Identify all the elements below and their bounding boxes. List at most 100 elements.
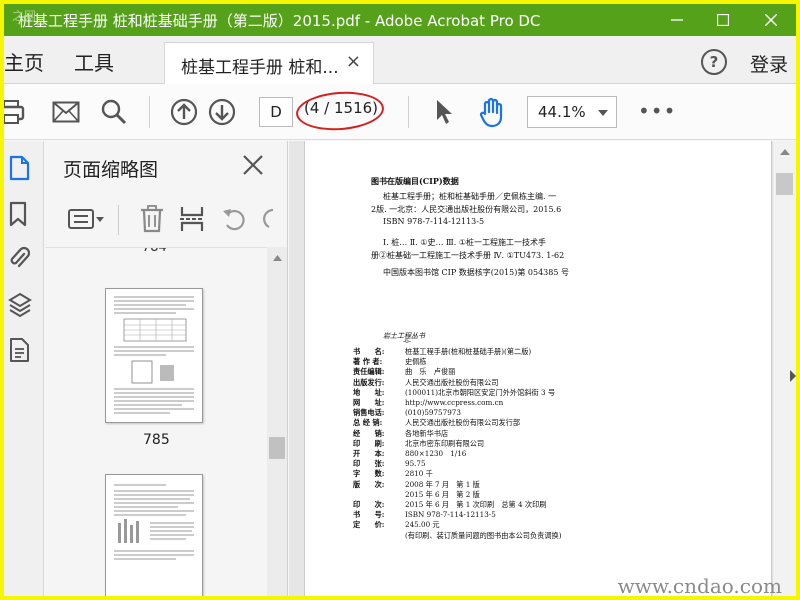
cip-line: 中国版本图书馆 CIP 数据核字(2015)第 054385 号 xyxy=(383,268,569,277)
login-button[interactable]: 登录 xyxy=(750,50,788,77)
site-logo: 之网 xyxy=(12,9,37,23)
publication-row-value: 2015 年 6 月 第 2 版 xyxy=(405,489,480,499)
rotate-right-icon[interactable] xyxy=(259,205,273,237)
nav-tools[interactable]: 工具 xyxy=(74,47,114,76)
document-tab-label: 桩基工程手册 桩和... xyxy=(181,58,339,78)
select-cursor-icon[interactable] xyxy=(428,96,460,128)
thumbnail-options-icon[interactable] xyxy=(67,207,105,235)
publication-row-key: 总 经 销: xyxy=(353,418,383,428)
page-number-input[interactable]: D xyxy=(259,97,293,127)
publication-row: 定 价: 245.00 元 xyxy=(353,520,440,530)
cip-line: 册②桩基础一工程施工一技术手册 Ⅳ. ①TU473. 1-62 xyxy=(371,251,565,260)
scroll-up-icon xyxy=(273,255,282,261)
publication-row-value: (010)59757973 xyxy=(405,408,461,418)
publication-row-value: 2008 年 7 月 第 1 版 xyxy=(405,479,480,489)
thumbnail-toolbar xyxy=(45,197,288,247)
publication-row: 印 刷: 北京市密东印刷有限公司 xyxy=(353,439,484,449)
cip-title: 图书在版编目(CIP)数据 xyxy=(371,176,459,186)
publication-row: (有印刷、装订质量问题的图书由本公司负责调换) xyxy=(353,531,562,541)
publication-row: 书 号: ISBN 978-7-114-12113-5 xyxy=(353,510,496,520)
document-tab[interactable]: 桩基工程手册 桩和... × xyxy=(164,42,374,84)
publication-row: 著 作 者: 史佩栋 xyxy=(353,357,427,367)
nav-home[interactable]: 主页 xyxy=(4,47,44,76)
bookmark-icon[interactable] xyxy=(8,201,32,229)
zoom-value: 44.1% xyxy=(538,103,586,121)
publication-row-value: ISBN 978-7-114-12113-5 xyxy=(405,510,496,520)
publication-row-value: 95.75 xyxy=(405,459,426,469)
publication-row: 2015 年 6 月 第 2 版 xyxy=(353,490,480,500)
cip-line: Ⅰ. 桩… Ⅱ. ①史… Ⅲ. ①桩一工程施工一技术手 xyxy=(383,238,546,247)
publication-row-value: 史佩栋 xyxy=(405,357,427,367)
previous-page-icon[interactable] xyxy=(168,96,200,128)
title-bar: 之网 桩基工程手册 桩和桩基础手册（第二版）2015.pdf - Adobe A… xyxy=(4,4,796,36)
cip-line: ISBN 978-7-114-12113-5 xyxy=(383,217,485,226)
rotate-left-icon[interactable] xyxy=(221,205,247,237)
publication-row-key: 定 价: xyxy=(353,520,385,530)
publication-row-key: 书 名: xyxy=(353,347,385,356)
hand-tool-icon[interactable] xyxy=(476,96,508,128)
page-thumbnail[interactable] xyxy=(105,288,203,423)
publication-row-key: 印 张: xyxy=(353,459,385,469)
publication-row-key: 经 销: xyxy=(353,428,385,438)
publication-row-key: 地 址: xyxy=(353,387,385,397)
publication-row-key: 字 数: xyxy=(353,469,385,479)
content-icon[interactable] xyxy=(8,337,32,365)
publication-row-key: 印 刷: xyxy=(353,438,385,448)
annotation-ellipse xyxy=(294,88,386,134)
watermark: www.cndao.com xyxy=(617,574,782,598)
publication-row: 版 次: 2008 年 7 月 第 1 版 xyxy=(353,480,480,490)
thumbnail-page-label: 785 xyxy=(143,432,170,448)
collapse-right-icon[interactable] xyxy=(790,370,796,382)
main-toolbar: D (4 / 1516) 44.1% ••• xyxy=(4,84,796,140)
publication-row: 出版发行: 人民交通出版社股份有限公司 xyxy=(353,378,498,388)
thumbnail-page-label: 784 xyxy=(142,247,167,255)
page-thumbnails-icon[interactable] xyxy=(8,155,32,183)
publication-row-key: 责任编辑: xyxy=(353,367,385,377)
tab-close-icon[interactable]: × xyxy=(346,51,361,72)
print-icon[interactable] xyxy=(4,96,28,128)
close-panel-icon[interactable] xyxy=(241,153,265,177)
thumbnail-list: 784 785 xyxy=(45,247,267,596)
search-icon[interactable] xyxy=(98,96,130,128)
window-title: 桩基工程手册 桩和桩基础手册（第二版）2015.pdf - Adobe Acro… xyxy=(18,11,541,30)
series-subtitle: -6- xyxy=(403,338,411,345)
scrollbar-thumb[interactable] xyxy=(269,437,285,459)
extract-pages-icon[interactable] xyxy=(179,205,205,237)
cip-line: 2版. 一北京：人民交通出版社股份有限公司，2015.6 xyxy=(371,205,562,214)
navigation-rail xyxy=(4,141,44,596)
minimize-button[interactable] xyxy=(654,4,700,36)
thumbnail-panel: 页面缩略图 784 785 xyxy=(45,141,288,596)
close-window-button[interactable] xyxy=(746,4,796,36)
thumbnail-scrollbar[interactable] xyxy=(267,247,287,596)
layers-icon[interactable] xyxy=(8,291,32,319)
attachment-icon[interactable] xyxy=(8,245,32,273)
publication-row-value: 曲 乐 卢俊丽 xyxy=(405,367,456,377)
panel-title: 页面缩略图 xyxy=(63,159,159,181)
next-page-icon[interactable] xyxy=(206,96,238,128)
email-icon[interactable] xyxy=(50,96,82,128)
toolbar-divider xyxy=(118,205,119,235)
nav-tab-bar: 主页 工具 桩基工程手册 桩和... × ? 登录 xyxy=(4,36,796,84)
publication-row: 经 销: 各地新华书店 xyxy=(353,429,448,439)
publication-row-key: 著 作 者: xyxy=(353,357,383,367)
publication-row: 字 数: 2810 千 xyxy=(353,469,433,479)
application-window: 之网 桩基工程手册 桩和桩基础手册（第二版）2015.pdf - Adobe A… xyxy=(0,0,800,600)
trash-icon[interactable] xyxy=(139,205,165,237)
publication-row-key: 印 次: xyxy=(353,500,385,509)
more-options-icon[interactable]: ••• xyxy=(638,96,675,128)
publication-row: 总 经 销: 人民交通出版社股份有限公司发行部 xyxy=(353,418,520,428)
zoom-select[interactable]: 44.1% xyxy=(527,96,617,128)
toolbar-divider xyxy=(408,96,409,128)
scrollbar-thumb[interactable] xyxy=(776,173,793,195)
publication-row-key: 书 号: xyxy=(353,510,385,520)
publication-row-value: 人民交通出版社股份有限公司 xyxy=(405,377,499,387)
publication-row-value: (100011)北京市朝阳区安定门外外馆斜街 3 号 xyxy=(405,387,556,397)
help-icon[interactable]: ? xyxy=(701,49,727,75)
cip-line: 桩基工程手册；桩和桩基础手册／史佩栋主编. 一 xyxy=(383,192,557,201)
maximize-button[interactable] xyxy=(700,4,746,36)
publication-row-key: 版 次: xyxy=(353,479,385,489)
publication-row: 责任编辑: 曲 乐 卢俊丽 xyxy=(353,367,455,377)
page-thumbnail[interactable] xyxy=(105,474,203,596)
publication-row: 地 址: (100011)北京市朝阳区安定门外外馆斜街 3 号 xyxy=(353,388,555,398)
publication-row: 销售电话: (010)59757973 xyxy=(353,408,461,418)
